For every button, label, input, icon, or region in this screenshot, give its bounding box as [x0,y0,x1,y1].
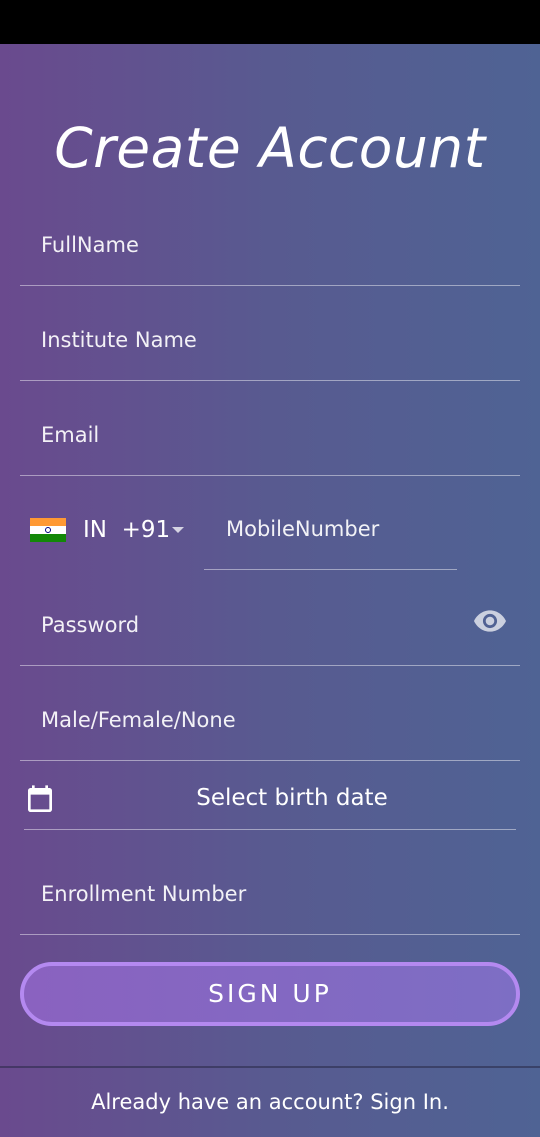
password-placeholder: Password [41,613,140,637]
full-name-placeholder: FullName [41,233,139,257]
phone-row: IN +91 MobileNumber [0,497,540,577]
birth-date-picker[interactable]: Select birth date [24,778,516,830]
create-account-screen: Create Account FullName Institute Name E… [0,0,540,1137]
birth-date-label: Select birth date [196,785,388,811]
mobile-number-placeholder: MobileNumber [226,517,380,541]
email-placeholder: Email [41,423,100,447]
page-title: Create Account [54,116,486,180]
dropdown-arrow-icon[interactable] [172,527,184,533]
sign-in-link[interactable]: Already have an account? Sign In. [0,1090,540,1114]
full-name-field[interactable]: FullName [20,195,520,286]
gender-placeholder: Male/Female/None [41,708,236,732]
mobile-number-field[interactable]: MobileNumber [204,497,457,570]
eye-icon[interactable] [474,610,506,632]
india-flag-icon[interactable] [30,518,66,542]
institute-name-placeholder: Institute Name [41,328,197,352]
country-code-picker[interactable]: IN +91 [83,517,170,543]
password-field[interactable]: Password [20,575,520,666]
gender-field[interactable]: Male/Female/None [20,670,520,761]
email-field[interactable]: Email [20,385,520,476]
sign-up-button[interactable]: SIGN UP [20,962,520,1026]
enrollment-number-placeholder: Enrollment Number [41,882,247,906]
institute-name-field[interactable]: Institute Name [20,290,520,381]
status-bar [0,0,540,44]
footer-divider [0,1066,540,1068]
enrollment-number-field[interactable]: Enrollment Number [20,844,520,935]
